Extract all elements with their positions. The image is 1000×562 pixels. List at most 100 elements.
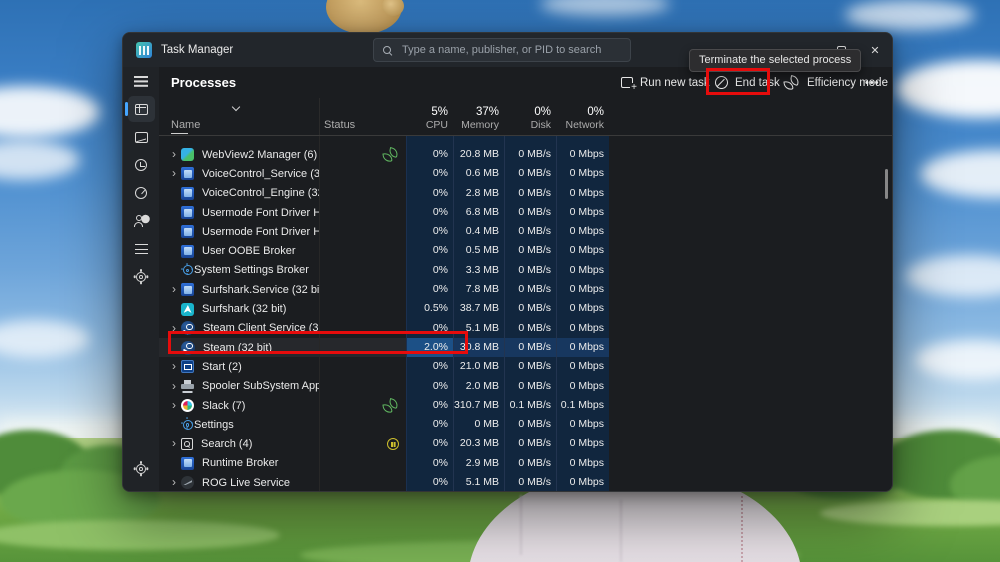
disk-value: 0 MB/s — [504, 145, 556, 164]
memory-value: 20.8 MB — [453, 145, 504, 164]
disk-value: 0 MB/s — [504, 299, 556, 318]
network-value: 0 Mbps — [556, 377, 609, 396]
disk-value — [504, 136, 556, 145]
expand-chevron-icon[interactable]: › — [167, 357, 181, 376]
disk-value: 0 MB/s — [504, 473, 556, 491]
process-row[interactable]: ›Start (2)0%21.0 MB0 MB/s0 Mbps — [159, 357, 892, 376]
menu-icon — [134, 76, 148, 78]
disk-label: Disk — [531, 119, 551, 132]
sidebar-item-menu[interactable] — [123, 67, 159, 95]
expand-chevron-icon[interactable]: › — [167, 473, 181, 491]
sidebar-item-startup-apps[interactable] — [123, 179, 159, 207]
disk-value: 0.1 MB/s — [504, 396, 556, 415]
process-row[interactable]: ›Surfshark.Service (32 bit)0%7.8 MB0 MB/… — [159, 280, 892, 299]
expand-chevron-icon[interactable]: › — [167, 396, 181, 415]
cpu-value: 0% — [406, 454, 453, 473]
sidebar-item-users[interactable] — [123, 207, 159, 235]
gear-blue-icon — [183, 420, 193, 430]
process-row[interactable]: Usermode Font Driver Host0%6.8 MB0 MB/s0… — [159, 203, 892, 222]
settings-icon — [136, 464, 146, 474]
network-value — [556, 136, 609, 145]
disk-value: 0 MB/s — [504, 241, 556, 260]
process-row[interactable]: Runtime Broker0%2.9 MB0 MB/s0 Mbps — [159, 454, 892, 473]
disk-value: 0 MB/s — [504, 280, 556, 299]
column-header-memory[interactable]: 37% Memory — [453, 98, 504, 135]
sidebar-item-performance[interactable] — [123, 123, 159, 151]
surfshark-icon — [181, 303, 194, 316]
process-row[interactable]: User OOBE Broker0%0.5 MB0 MB/s0 Mbps — [159, 241, 892, 260]
expand-chevron-icon[interactable]: › — [167, 164, 181, 183]
process-row[interactable]: ›WebView2 Manager (6)0%20.8 MB0 MB/s0 Mb… — [159, 145, 892, 164]
process-name: Settings — [194, 419, 234, 431]
process-name: VoiceControl_Service (32 bit) — [202, 168, 319, 180]
sidebar-item-settings[interactable] — [123, 455, 159, 483]
disk-value: 0 MB/s — [504, 454, 556, 473]
search-box[interactable] — [373, 38, 631, 62]
app-window-icon — [181, 206, 194, 219]
expand-chevron-icon[interactable]: › — [167, 145, 181, 164]
startup-apps-icon — [135, 187, 147, 199]
network-value: 0 Mbps — [556, 164, 609, 183]
process-row[interactable]: Settings0%0 MB0 MB/s0 Mbps — [159, 415, 892, 434]
search-app-icon — [181, 438, 193, 450]
disk-value: 0 MB/s — [504, 415, 556, 434]
process-row[interactable]: Usermode Font Driver Host0%0.4 MB0 MB/s0… — [159, 222, 892, 241]
memory-value: 310.7 MB — [453, 396, 504, 415]
app-window-icon — [181, 167, 194, 180]
cpu-value: 0% — [406, 184, 453, 203]
printer-icon — [181, 380, 194, 392]
close-button[interactable]: ✕ — [858, 33, 892, 67]
memory-value: 0 MB — [453, 415, 504, 434]
expand-chevron-icon[interactable]: › — [167, 377, 181, 396]
network-value: 0 Mbps — [556, 319, 609, 338]
annotation-box-steam-row — [168, 331, 468, 354]
process-name: Runtime Broker — [202, 457, 278, 469]
more-options-button[interactable]: ••• — [865, 67, 880, 98]
process-name: WebView2 Manager (6) — [202, 149, 317, 161]
search-input[interactable] — [402, 44, 622, 56]
cpu-value: 0% — [406, 145, 453, 164]
process-table: Name Status 5% CPU 37% Memory 0% Disk 0 — [159, 98, 892, 491]
process-row[interactable]: ›Spooler SubSystem App0%2.0 MB0 MB/s0 Mb… — [159, 377, 892, 396]
process-row[interactable]: ›ROG Live Service0%5.1 MB0 MB/s0 Mbps — [159, 473, 892, 491]
memory-value — [453, 136, 504, 145]
cpu-value: 0% — [406, 164, 453, 183]
process-row[interactable]: System Settings Broker0%3.3 MB0 MB/s0 Mb… — [159, 261, 892, 280]
memory-label: Memory — [461, 119, 499, 132]
process-name: Surfshark.Service (32 bit) — [202, 284, 319, 296]
column-header-network[interactable]: 0% Network — [556, 98, 609, 135]
disk-value: 0 MB/s — [504, 434, 556, 453]
disk-value: 0 MB/s — [504, 164, 556, 183]
column-header-name[interactable]: Name — [159, 98, 319, 135]
expand-chevron-icon[interactable]: › — [167, 280, 181, 299]
services-icon — [136, 272, 146, 282]
column-header-cpu[interactable]: 5% CPU — [406, 98, 453, 135]
more-icon: ••• — [865, 77, 880, 89]
cpu-value: 0% — [406, 261, 453, 280]
process-name: Search (4) — [201, 438, 252, 450]
column-header-status[interactable]: Status — [319, 98, 406, 135]
process-row[interactable]: VoiceControl_Engine (32 bit)0%2.8 MB0 MB… — [159, 184, 892, 203]
cpu-value: 0% — [406, 415, 453, 434]
expand-chevron-icon[interactable]: › — [167, 434, 181, 453]
performance-icon — [135, 132, 148, 143]
sidebar-item-services[interactable] — [123, 263, 159, 291]
run-new-task-label: Run new task — [640, 77, 710, 89]
process-row[interactable]: ›VoiceControl_Service (32 bit)0%0.6 MB0 … — [159, 164, 892, 183]
cpu-label: CPU — [426, 119, 448, 132]
app-history-icon — [135, 159, 147, 171]
scrollbar-thumb[interactable] — [885, 169, 888, 199]
sort-chevron-icon — [232, 103, 240, 111]
process-row[interactable]: ›Search (4)0%20.3 MB0 MB/s0 Mbps — [159, 434, 892, 453]
gear-blue-icon — [183, 265, 193, 275]
webview2-icon — [181, 148, 194, 161]
app-window-icon — [181, 457, 194, 470]
network-value: 0 Mbps — [556, 434, 609, 453]
sidebar-item-app-history[interactable] — [123, 151, 159, 179]
process-row[interactable]: ›Slack (7)0%310.7 MB0.1 MB/s0.1 Mbps — [159, 396, 892, 415]
memory-value: 2.0 MB — [453, 377, 504, 396]
column-header-disk[interactable]: 0% Disk — [504, 98, 556, 135]
sidebar-item-details[interactable] — [123, 235, 159, 263]
sidebar-item-processes[interactable] — [123, 95, 159, 123]
process-row[interactable]: Surfshark (32 bit)0.5%38.7 MB0 MB/s0 Mbp… — [159, 299, 892, 318]
